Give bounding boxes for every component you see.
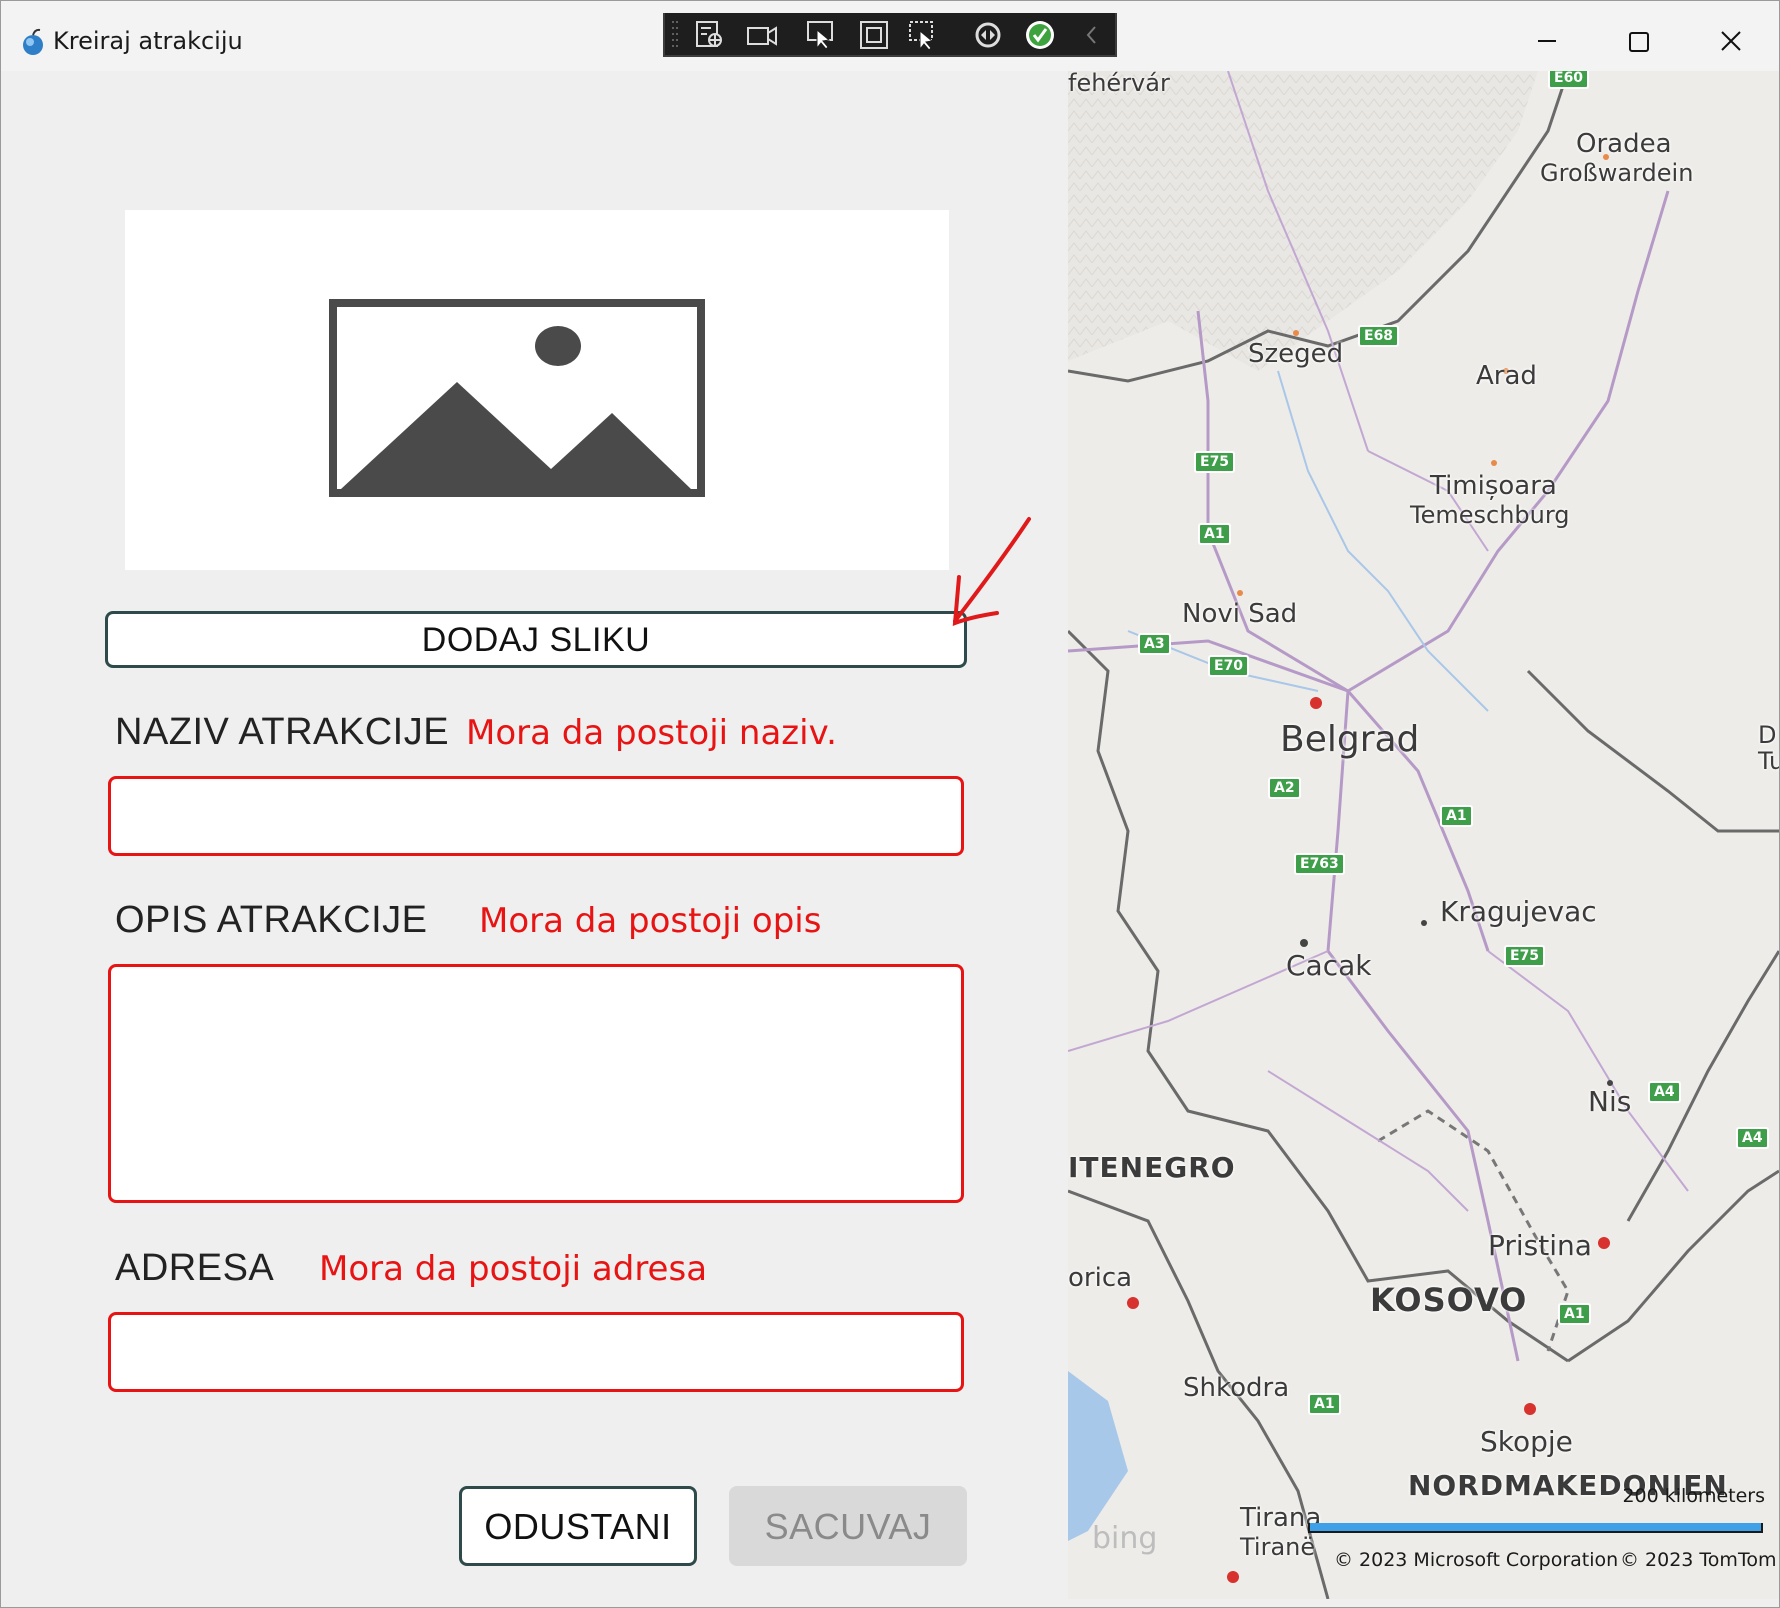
map-city-label: Großwardein (1540, 159, 1694, 187)
title-bar: Kreiraj atrakciju (1, 1, 1779, 71)
name-input[interactable] (108, 776, 964, 856)
map-terrain (1068, 71, 1779, 1599)
display-layout-adorners-icon[interactable] (857, 18, 891, 52)
map-city-label: Kragujevac (1440, 895, 1597, 928)
maximize-icon[interactable] (1609, 19, 1669, 65)
track-focused-element-icon[interactable] (907, 18, 941, 52)
annotation-arrow-icon (952, 517, 1031, 626)
live-visual-tree-icon[interactable] (693, 18, 727, 52)
map-country-label: ITENEGRO (1068, 1151, 1236, 1184)
road-shield: E60 (1548, 71, 1590, 89)
road-shield: A3 (1138, 633, 1171, 655)
app-icon (23, 28, 43, 55)
map-scale-label: 200 kilometers (1622, 1485, 1765, 1507)
road-shield: A1 (1440, 805, 1473, 827)
map-city-label: fehérvár (1068, 71, 1170, 97)
name-error: Mora da postoji naziv. (466, 713, 837, 753)
road-shield: A2 (1268, 777, 1301, 799)
map-city-label: Szeged (1248, 339, 1344, 369)
road-shield: A1 (1308, 1393, 1341, 1415)
address-input[interactable] (108, 1312, 964, 1392)
image-placeholder-icon (329, 299, 705, 497)
road-shield: E68 (1358, 325, 1400, 347)
map-view[interactable]: fehérvár Oradea Großwardein Szeged Arad … (1068, 71, 1779, 1599)
collapse-chevron-icon[interactable] (1075, 18, 1109, 52)
select-element-icon[interactable] (805, 18, 839, 52)
road-shield: A4 (1648, 1081, 1681, 1103)
map-copyright-microsoft: © 2023 Microsoft Corporation (1334, 1549, 1619, 1571)
road-shield: E70 (1208, 655, 1250, 677)
road-shield: A1 (1198, 523, 1231, 545)
map-city-label: Temeschburg (1410, 501, 1570, 529)
add-image-button[interactable]: DODAJ SLIKU (105, 611, 967, 668)
form-panel: DODAJ SLIKU NAZIV ATRAKCIJE Mora da post… (1, 71, 1067, 1607)
road-shield: A1 (1558, 1303, 1591, 1325)
grip-icon[interactable] (671, 19, 679, 51)
video-camera-icon[interactable] (745, 18, 779, 52)
name-label: NAZIV ATRAKCIJE (115, 711, 450, 753)
road-shield: E75 (1504, 945, 1546, 967)
address-error: Mora da postoji adresa (319, 1249, 708, 1289)
map-scale-bar (1308, 1523, 1763, 1533)
description-label: OPIS ATRAKCIJE (115, 899, 428, 941)
save-button[interactable]: SACUVAJ (729, 1486, 967, 1566)
create-attraction-window: Kreiraj atrakciju DODAJ SLIKU NAZIV ATRA… (0, 0, 1780, 1608)
map-city-label: Shkodra (1183, 1373, 1290, 1403)
road-shield: A4 (1736, 1127, 1769, 1149)
road-shield: E763 (1294, 853, 1345, 875)
map-city-label: Oradea (1576, 129, 1672, 159)
map-city-label: Cacak (1286, 949, 1372, 982)
close-icon[interactable] (1701, 19, 1761, 65)
description-textarea[interactable] (108, 964, 964, 1203)
road-shield: E75 (1194, 451, 1236, 473)
debug-toolbar (663, 13, 1117, 57)
map-city-label: Timișoara (1430, 471, 1557, 501)
map-city-label: orica (1068, 1263, 1133, 1293)
map-city-label: D (1758, 721, 1777, 749)
bing-logo: bing (1092, 1521, 1158, 1556)
map-city-label: Novi Sad (1182, 599, 1298, 629)
map-city-label: Skopje (1480, 1425, 1573, 1458)
map-country-label: KOSOVO (1370, 1281, 1528, 1319)
hot-reload-icon[interactable] (971, 18, 1005, 52)
description-error: Mora da postoji opis (479, 901, 822, 941)
image-preview (125, 210, 949, 570)
cancel-button[interactable]: ODUSTANI (459, 1486, 697, 1566)
map-city-label: Pristina (1488, 1229, 1592, 1262)
map-city-label: Tu (1758, 747, 1779, 775)
status-check-icon[interactable] (1023, 18, 1057, 52)
address-label: ADRESA (115, 1247, 275, 1289)
map-city-label: Nis (1588, 1085, 1632, 1118)
map-city-label: Tiranë (1240, 1533, 1316, 1561)
map-copyright-tomtom: © 2023 TomTom (1620, 1549, 1777, 1571)
minimize-icon[interactable] (1517, 19, 1577, 65)
window-title: Kreiraj atrakciju (53, 27, 243, 55)
map-city-label: Belgrad (1280, 719, 1420, 760)
map-city-label: Arad (1476, 361, 1537, 391)
